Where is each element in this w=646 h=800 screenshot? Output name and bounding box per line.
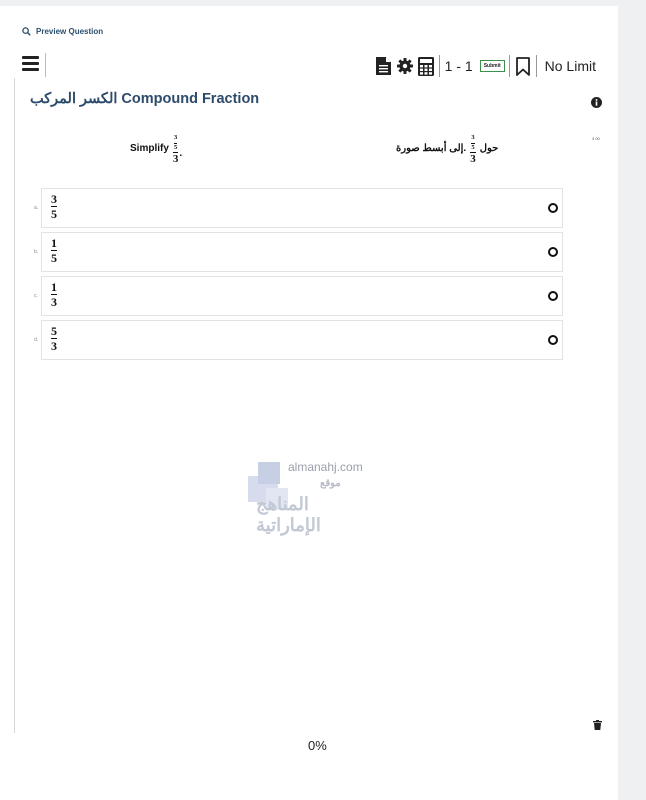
option-numerator: 5 bbox=[51, 324, 57, 338]
left-divider bbox=[14, 78, 15, 733]
watermark-logo-shape bbox=[258, 462, 280, 484]
answer-options: a. 3 5 b. 1 5 c. 1 3 d. 5 3 bbox=[34, 188, 564, 364]
answer-option[interactable]: d. 5 3 bbox=[34, 320, 564, 360]
toolbar-divider bbox=[438, 55, 440, 77]
document-icon[interactable] bbox=[375, 56, 393, 76]
info-icon[interactable] bbox=[591, 95, 602, 108]
time-limit: No Limit bbox=[544, 58, 596, 74]
option-denominator: 5 bbox=[51, 207, 57, 221]
preview-question-link[interactable]: Preview Question bbox=[22, 27, 103, 36]
option-box[interactable]: 1 3 bbox=[41, 276, 563, 316]
toolbar-divider bbox=[535, 55, 537, 77]
toolbar-divider bbox=[45, 53, 46, 77]
top-strip bbox=[0, 0, 618, 6]
compound-fraction: 3 5 3 bbox=[470, 131, 476, 165]
fraction-numerator: 3 5 bbox=[174, 131, 178, 151]
option-denominator: 5 bbox=[51, 251, 57, 265]
inner-fraction: 3 5 bbox=[174, 134, 178, 151]
stem-suffix-arabic: إلى أبسط صورة. bbox=[396, 142, 467, 154]
trash-icon[interactable] bbox=[593, 717, 602, 730]
question-stem-english: Simplify 3 5 3 . bbox=[130, 131, 182, 165]
option-box[interactable]: 5 3 bbox=[41, 320, 563, 360]
answer-option[interactable]: c. 1 3 bbox=[34, 276, 564, 316]
inner-denominator: 5 bbox=[471, 143, 475, 151]
option-box[interactable]: 1 5 bbox=[41, 232, 563, 272]
toolbar: 1 - 1 Submit No Limit bbox=[0, 52, 618, 80]
inner-fraction: 3 5 bbox=[471, 134, 475, 151]
option-numerator: 1 bbox=[51, 280, 57, 294]
option-numerator: 1 bbox=[51, 236, 57, 250]
hamburger-menu-icon[interactable] bbox=[22, 56, 39, 71]
stem-prefix-arabic: حول bbox=[479, 142, 499, 154]
progress-percentage: 0% bbox=[308, 738, 327, 753]
question-panel bbox=[0, 0, 618, 800]
answer-option[interactable]: a. 3 5 bbox=[34, 188, 564, 228]
option-letter: b. bbox=[34, 249, 39, 255]
fraction-numerator: 3 5 bbox=[471, 131, 475, 151]
option-radio[interactable] bbox=[548, 247, 558, 257]
option-fraction: 5 3 bbox=[51, 325, 57, 352]
option-letter: a. bbox=[34, 205, 39, 211]
option-numerator: 3 bbox=[51, 192, 57, 206]
stem-prefix: Simplify bbox=[130, 142, 169, 154]
question-title: الكسر المركب Compound Fraction bbox=[30, 91, 260, 107]
search-icon bbox=[22, 27, 31, 36]
option-fraction: 3 5 bbox=[51, 193, 57, 220]
stem-suffix: . bbox=[179, 148, 183, 159]
option-fraction: 1 3 bbox=[51, 281, 57, 308]
watermark-site: almanahj.com bbox=[288, 460, 363, 474]
option-denominator: 3 bbox=[51, 295, 57, 309]
option-fraction: 1 5 bbox=[51, 237, 57, 264]
inner-numerator: 3 bbox=[174, 134, 178, 141]
watermark-line2: المناهج الإماراتية bbox=[256, 494, 321, 535]
option-box[interactable]: 3 5 bbox=[41, 188, 563, 228]
inner-denominator: 5 bbox=[174, 143, 178, 151]
fraction-denominator: 3 bbox=[470, 153, 476, 165]
toolbar-divider bbox=[508, 55, 510, 77]
option-radio[interactable] bbox=[548, 335, 558, 345]
inner-numerator: 3 bbox=[471, 134, 475, 141]
bookmark-icon[interactable] bbox=[514, 56, 532, 76]
answer-option[interactable]: b. 1 5 bbox=[34, 232, 564, 272]
option-radio[interactable] bbox=[548, 291, 558, 301]
gear-icon[interactable] bbox=[396, 56, 414, 76]
fraction-denominator: 3 bbox=[172, 153, 179, 165]
watermark-line1: موقع bbox=[320, 478, 341, 489]
calculator-icon[interactable] bbox=[417, 56, 435, 76]
compound-fraction: 3 5 3 bbox=[172, 131, 179, 165]
watermark: almanahj.com موقع المناهج الإماراتية bbox=[248, 458, 378, 535]
option-radio[interactable] bbox=[548, 203, 558, 213]
option-letter: c. bbox=[34, 293, 38, 299]
question-stem-arabic: إلى أبسط صورة. 3 5 3 حول bbox=[396, 131, 498, 165]
question-counter: 1 - 1 bbox=[444, 58, 473, 74]
submit-button[interactable]: Submit bbox=[479, 60, 505, 72]
question-points: 3 00 bbox=[592, 136, 600, 141]
preview-question-label: Preview Question bbox=[36, 27, 104, 36]
toolbar-tools: 1 - 1 Submit No Limit bbox=[372, 54, 596, 78]
option-denominator: 3 bbox=[51, 339, 57, 353]
right-scroll-strip[interactable] bbox=[618, 0, 646, 800]
option-letter: d. bbox=[34, 337, 39, 343]
